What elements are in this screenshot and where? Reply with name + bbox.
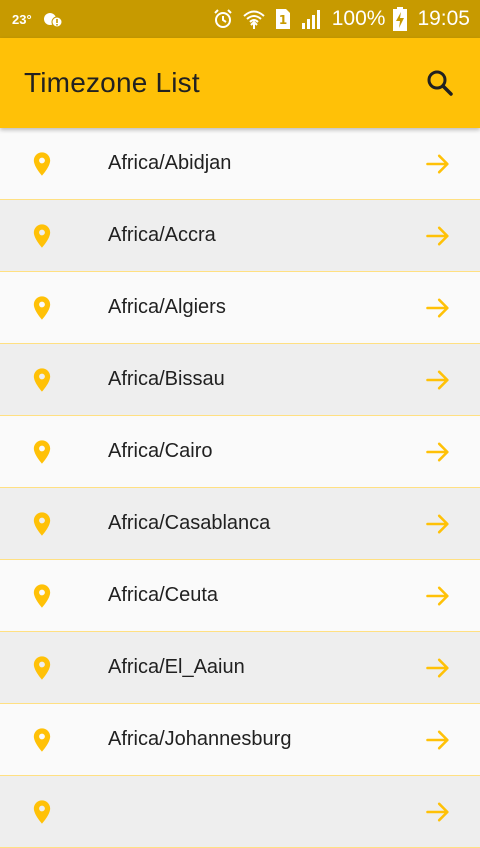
timezone-row[interactable]: Africa/El_Aaiun xyxy=(0,632,480,704)
location-pin-icon xyxy=(28,364,56,396)
arrow-right-icon[interactable] xyxy=(424,726,452,754)
location-pin-icon xyxy=(28,508,56,540)
timezone-label: Africa/Casablanca xyxy=(108,512,271,534)
location-pin-icon xyxy=(28,436,56,468)
location-pin-icon xyxy=(28,292,56,324)
timezone-label: Africa/Ceuta xyxy=(108,584,219,606)
status-time: 19:05 xyxy=(417,7,470,30)
timezone-row[interactable]: Africa/Bissau xyxy=(0,344,480,416)
timezone-label: Africa/El_Aaiun xyxy=(108,656,245,678)
timezone-label: Africa/Abidjan xyxy=(108,152,232,174)
location-pin-icon xyxy=(28,652,56,684)
arrow-right-icon[interactable] xyxy=(424,222,452,250)
timezone-row[interactable]: Africa/Johannesburg xyxy=(0,704,480,776)
timezone-label: Africa/Accra xyxy=(108,224,216,246)
arrow-right-icon[interactable] xyxy=(424,438,452,466)
timezone-row[interactable]: Africa/Algiers xyxy=(0,272,480,344)
app-bar: Timezone List xyxy=(0,38,480,128)
weather-alert-icon xyxy=(42,9,64,29)
timezone-row[interactable]: Africa/Ceuta xyxy=(0,560,480,632)
arrow-right-icon[interactable] xyxy=(424,798,452,826)
timezone-label: Africa/Algiers xyxy=(108,296,226,318)
timezone-label: Africa/Cairo xyxy=(108,440,213,462)
status-bar: 23° 1 100% 19:05 xyxy=(0,0,480,38)
location-pin-icon xyxy=(28,220,56,252)
arrow-right-icon[interactable] xyxy=(424,150,452,178)
battery-charging-icon xyxy=(393,7,408,31)
status-temperature: 23° xyxy=(12,11,32,27)
timezone-row[interactable]: Africa/Cairo xyxy=(0,416,480,488)
sim-1-icon: 1 xyxy=(274,8,292,30)
location-pin-icon xyxy=(28,796,56,828)
arrow-right-icon[interactable] xyxy=(424,654,452,682)
svg-text:1: 1 xyxy=(279,13,287,27)
arrow-right-icon[interactable] xyxy=(424,294,452,322)
timezone-row[interactable]: Africa/Accra xyxy=(0,200,480,272)
timezone-row[interactable]: Africa/Abidjan xyxy=(0,128,480,200)
alarm-icon xyxy=(212,8,234,30)
signal-icon xyxy=(300,8,324,30)
wifi-icon xyxy=(242,8,266,30)
location-pin-icon xyxy=(28,580,56,612)
search-icon xyxy=(426,69,454,97)
arrow-right-icon[interactable] xyxy=(424,582,452,610)
arrow-right-icon[interactable] xyxy=(424,510,452,538)
location-pin-icon xyxy=(28,148,56,180)
timezone-list: Africa/Abidjan Africa/Accra Africa/Algiers… xyxy=(0,128,480,848)
timezone-label: Africa/Bissau xyxy=(108,368,225,390)
battery-percentage: 100% xyxy=(331,7,386,30)
page-title: Timezone List xyxy=(24,67,200,98)
timezone-row[interactable]: Africa/Casablanca xyxy=(0,488,480,560)
timezone-label: Africa/Johannesburg xyxy=(108,728,292,750)
location-pin-icon xyxy=(28,724,56,756)
search-button[interactable] xyxy=(422,65,458,101)
timezone-row[interactable] xyxy=(0,776,480,848)
arrow-right-icon[interactable] xyxy=(424,366,452,394)
